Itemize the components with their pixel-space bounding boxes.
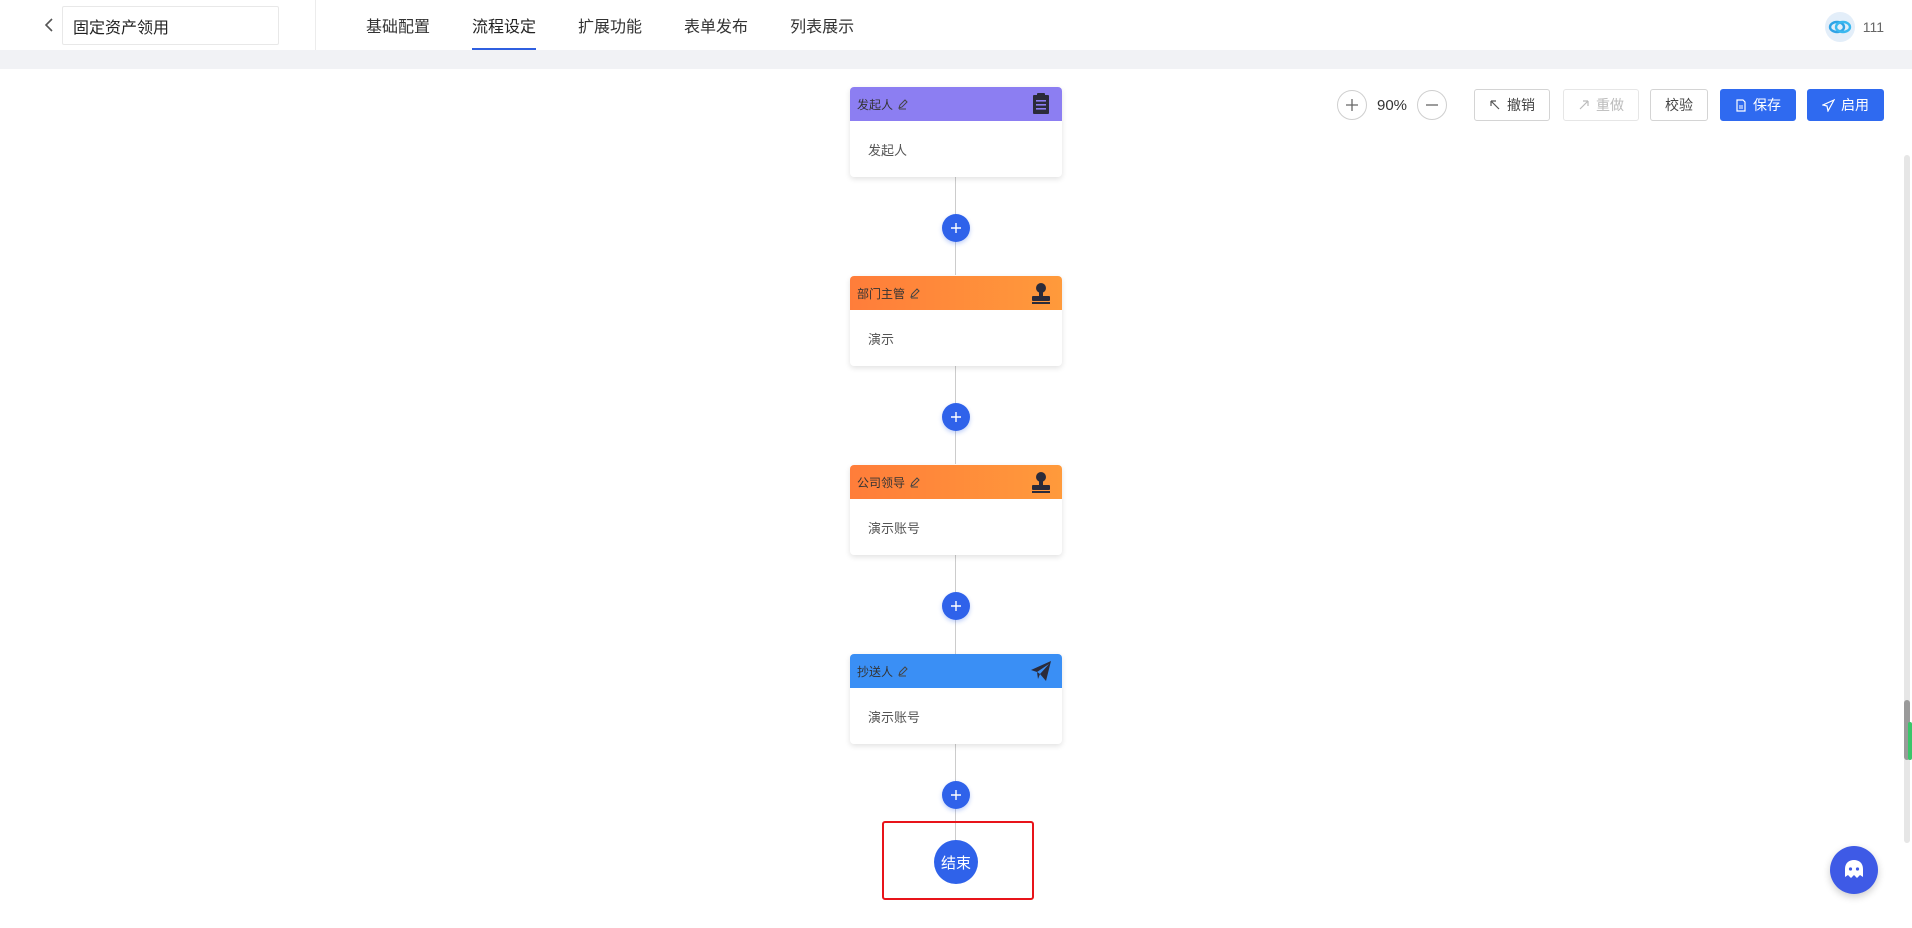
node-header: 公司领导 (850, 465, 1062, 499)
form-title-input[interactable]: 固定资产领用 (62, 6, 279, 45)
user-name: 111 (1862, 19, 1884, 35)
end-label: 结束 (940, 854, 971, 872)
save-file-icon (1736, 98, 1746, 112)
canvas-toolbar: 90% 撤销 重做 校验 保存 启用 (1337, 89, 1884, 121)
flow-node-initiator[interactable]: 发起人 发起人 (850, 87, 1062, 177)
plus-icon (951, 223, 961, 233)
redo-arrow-icon (1579, 100, 1589, 110)
plus-icon (951, 790, 961, 800)
approver-stamp-icon (1032, 283, 1050, 304)
form-title-text: 固定资产领用 (73, 19, 170, 37)
node-content: 发起人 (868, 142, 908, 158)
chevron-left-icon (44, 18, 53, 32)
node-title: 抄送人 (857, 664, 894, 679)
tab-extensions[interactable]: 扩展功能 (578, 0, 642, 50)
flow-node-dept-manager[interactable]: 部门主管 演示 (850, 276, 1062, 366)
scroll-indicator (1908, 722, 1912, 760)
redo-label: 重做 (1596, 97, 1624, 113)
add-node-button[interactable] (942, 403, 970, 431)
plus-icon (1346, 99, 1358, 111)
flow-node-company-leader[interactable]: 公司领导 演示账号 (850, 465, 1062, 555)
node-title: 发起人 (857, 97, 894, 112)
avatar (1824, 12, 1855, 42)
main-tabs: 基础配置 流程设定 扩展功能 表单发布 列表展示 (366, 0, 896, 50)
minus-icon (1426, 104, 1438, 106)
node-title: 部门主管 (857, 286, 906, 301)
back-button[interactable] (38, 12, 60, 38)
redo-button[interactable]: 重做 (1563, 89, 1639, 121)
enable-button[interactable]: 启用 (1807, 89, 1884, 121)
header-divider (315, 0, 316, 50)
undo-label: 撤销 (1507, 97, 1535, 113)
save-label: 保存 (1753, 97, 1781, 113)
add-node-button[interactable] (942, 214, 970, 242)
undo-arrow-icon (1490, 100, 1500, 110)
user-menu[interactable]: 111 (1824, 12, 1884, 42)
node-content: 演示 (868, 331, 895, 347)
plus-icon (951, 412, 961, 422)
plus-icon (951, 601, 961, 611)
edit-pencil-icon[interactable] (909, 476, 920, 488)
flow-end-node[interactable]: 结束 (934, 840, 978, 884)
zoom-out-button[interactable] (1417, 90, 1447, 120)
paper-plane-icon (1031, 661, 1051, 681)
clipboard-icon (1033, 93, 1049, 114)
zoom-in-button[interactable] (1337, 90, 1367, 120)
top-header: 固定资产领用 基础配置 流程设定 扩展功能 表单发布 列表展示 111 (0, 0, 1912, 50)
edit-pencil-icon[interactable] (897, 665, 908, 677)
tab-form-publish[interactable]: 表单发布 (684, 0, 748, 50)
node-title: 公司领导 (857, 475, 906, 490)
undo-button[interactable]: 撤销 (1474, 89, 1550, 121)
tab-flow-settings[interactable]: 流程设定 (472, 0, 537, 50)
node-header: 发起人 (850, 87, 1062, 121)
header-separator-band (0, 50, 1912, 69)
node-content: 演示账号 (868, 520, 921, 536)
zoom-level: 90% (1376, 96, 1408, 114)
add-node-button[interactable] (942, 781, 970, 809)
flow-node-cc[interactable]: 抄送人 演示账号 (850, 654, 1062, 744)
node-header: 部门主管 (850, 276, 1062, 310)
validate-label: 校验 (1665, 97, 1693, 113)
assistant-button[interactable] (1830, 846, 1878, 894)
add-node-button[interactable] (942, 592, 970, 620)
logo-icon (1828, 20, 1851, 34)
enable-label: 启用 (1841, 97, 1869, 113)
approver-stamp-icon (1032, 472, 1050, 493)
validate-button[interactable]: 校验 (1650, 89, 1708, 121)
node-header: 抄送人 (850, 654, 1062, 688)
save-button[interactable]: 保存 (1720, 89, 1796, 121)
assistant-ghost-icon (1845, 860, 1863, 878)
tab-basic-config[interactable]: 基础配置 (366, 0, 430, 50)
edit-pencil-icon[interactable] (909, 287, 920, 299)
tab-list-display[interactable]: 列表展示 (790, 0, 854, 50)
edit-pencil-icon[interactable] (897, 98, 908, 110)
node-content: 演示账号 (868, 709, 921, 725)
send-icon (1822, 98, 1835, 112)
